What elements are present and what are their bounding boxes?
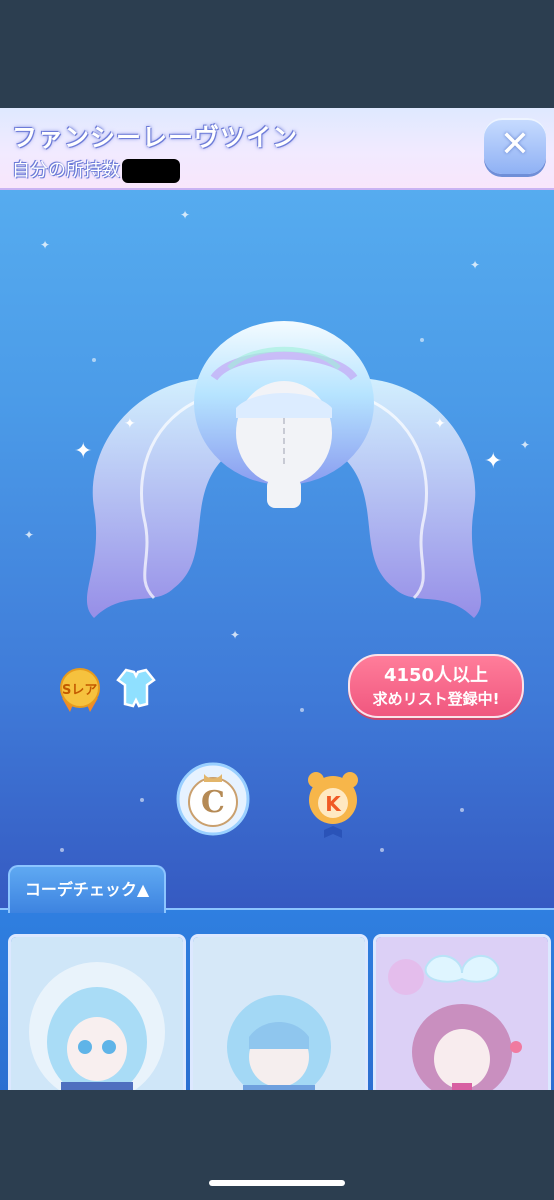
star-dot <box>380 848 384 852</box>
k-icon[interactable]: K <box>306 768 360 840</box>
svg-text:✦: ✦ <box>124 416 136 432</box>
c-icon-letter: C <box>201 785 225 820</box>
home-indicator[interactable] <box>209 1180 345 1186</box>
k-icon-letter: K <box>325 792 342 816</box>
item-title: ファンシーレーヴツイン <box>12 123 299 152</box>
sparkle-icon: ✦ <box>40 238 51 252</box>
close-icon: ✕ <box>499 124 531 165</box>
item-detail-screen: ✦ ✦ ✦ ✦ ✦ ✦ ファンシーレーヴツイン 自分の所持数 ✕ ✦ ✦ ✦ ✦… <box>0 108 554 1090</box>
close-button[interactable]: ✕ <box>484 118 546 174</box>
c-icon[interactable]: C <box>176 762 250 836</box>
rarity-label: Sレア <box>62 683 97 698</box>
coordinate-check-tab[interactable]: コーデチェック▲ <box>8 865 166 913</box>
star-dot <box>140 798 144 802</box>
coord-thumbnail[interactable] <box>190 934 368 1090</box>
star-dot <box>460 808 464 812</box>
wishlist-badge[interactable]: 4150人以上 求めリスト登録中! <box>348 654 524 718</box>
status-bar-area <box>0 0 554 108</box>
redacted-count <box>122 159 180 183</box>
coordinate-panel <box>0 908 554 1090</box>
svg-text:✦: ✦ <box>484 449 502 474</box>
sparkle-icon: ✦ <box>470 258 481 272</box>
owned-label: 自分の所持数 <box>12 160 120 181</box>
coord-thumbnail[interactable] <box>8 934 186 1090</box>
sparkle-icon: ✦ <box>520 438 531 452</box>
star-dot <box>300 708 304 712</box>
item-header: ファンシーレーヴツイン 自分の所持数 ✕ <box>0 108 554 190</box>
sparkle-icon: ✦ <box>24 528 35 542</box>
clothing-icon <box>116 668 156 708</box>
sparkle-icon: ✦ <box>230 628 241 642</box>
owned-count: 自分の所持数 <box>12 156 180 183</box>
hair-item-image: ✦ ✦ ✦ ✦ <box>74 321 502 618</box>
sparkle-icon: ✦ <box>180 208 191 222</box>
svg-text:✦: ✦ <box>74 439 92 464</box>
rarity-badge-icon: Sレア <box>60 668 100 712</box>
star-dot <box>60 848 64 852</box>
coord-thumbnail[interactable] <box>373 934 551 1090</box>
wishlist-count: 4150人以上 <box>383 665 489 686</box>
svg-text:✦: ✦ <box>434 416 446 432</box>
wishlist-status: 求めリスト登録中! <box>372 690 500 708</box>
